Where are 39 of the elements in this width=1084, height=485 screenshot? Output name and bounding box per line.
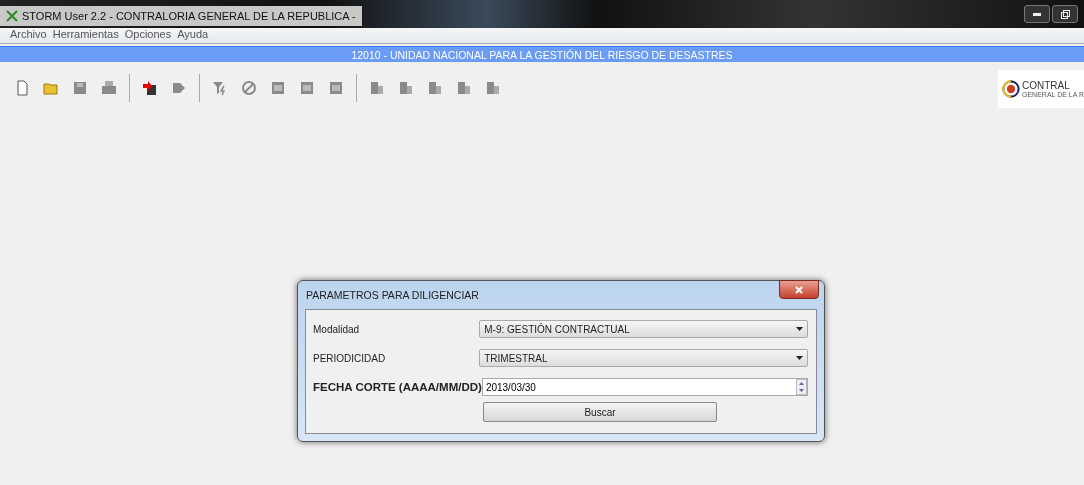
menu-item[interactable]: Ayuda bbox=[177, 28, 209, 43]
menu-item[interactable]: Herramientas bbox=[52, 28, 119, 43]
printer-icon[interactable] bbox=[101, 80, 117, 96]
close-button[interactable] bbox=[779, 280, 819, 299]
dropdown-caret-icon bbox=[796, 327, 803, 331]
dialog-title: PARAMETROS PARA DILIGENCIAR bbox=[305, 289, 479, 301]
filter-icon[interactable] bbox=[212, 80, 228, 96]
restore-icon bbox=[1060, 9, 1070, 19]
table-icon[interactable] bbox=[369, 80, 385, 96]
page-icon[interactable] bbox=[14, 80, 30, 96]
minimize-icon bbox=[1033, 12, 1041, 16]
date-input-field[interactable]: 2013/03/30 bbox=[481, 378, 808, 396]
panel-icon[interactable] bbox=[328, 80, 344, 96]
dropdown-caret-icon bbox=[796, 356, 803, 360]
search-button[interactable]: Buscar bbox=[483, 402, 717, 422]
folder-icon[interactable] bbox=[43, 80, 59, 96]
field-label: Modalidad bbox=[313, 323, 361, 335]
entity-bar: 12010 - UNIDAD NACIONAL PARA LA GESTIÓN DEL RIESGO DE DESASTRES bbox=[0, 46, 1084, 62]
dropdown[interactable]: M-9: GESTIÓN CONTRACTUAL bbox=[479, 320, 808, 338]
table-icon[interactable] bbox=[485, 80, 501, 96]
panel-icon[interactable] bbox=[299, 80, 315, 96]
arrow-icon[interactable] bbox=[171, 80, 187, 96]
field-label: FECHA CORTE (AAAA/MM/DD) bbox=[313, 381, 482, 393]
window-title-text: STORM User 2.2 - CONTRALORIA GENERAL DE LA REPUBLICA - bbox=[22, 10, 356, 22]
import-icon[interactable] bbox=[142, 80, 158, 96]
panel-icon[interactable] bbox=[270, 80, 286, 96]
dropdown[interactable]: TRIMESTRAL bbox=[479, 349, 808, 367]
spinner-arrows-icon bbox=[796, 379, 807, 395]
field-label: PERIODICIDAD bbox=[313, 352, 387, 364]
menu-item[interactable]: Archivo bbox=[10, 28, 47, 43]
close-icon bbox=[795, 285, 803, 294]
minimize-button[interactable] bbox=[1024, 5, 1050, 23]
table-icon[interactable] bbox=[456, 80, 472, 96]
table-icon[interactable] bbox=[427, 80, 443, 96]
table-icon[interactable] bbox=[398, 80, 414, 96]
restore-button[interactable] bbox=[1052, 5, 1078, 23]
menu-item[interactable]: Opciones bbox=[124, 28, 172, 43]
logo-text: CONTRAL bbox=[1022, 80, 1071, 91]
app-icon bbox=[6, 10, 18, 22]
